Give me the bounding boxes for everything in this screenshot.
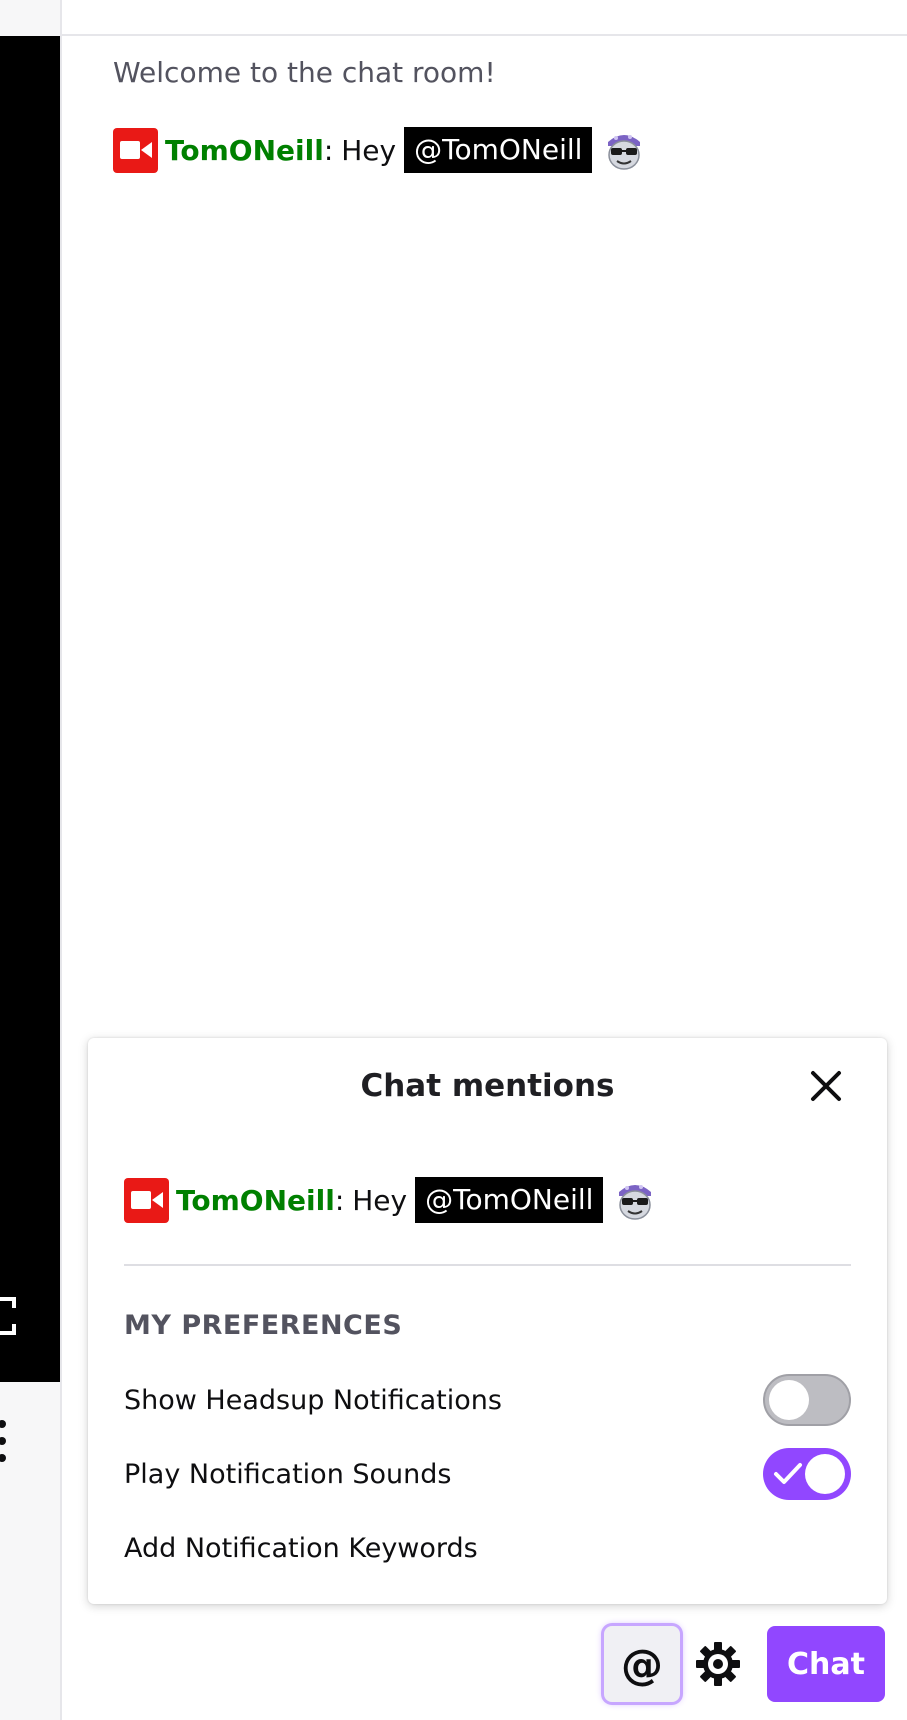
pref-headsup-notifications: Show Headsup Notifications: [124, 1374, 851, 1426]
fullscreen-icon[interactable]: [0, 1296, 22, 1336]
more-options-icon[interactable]: [0, 1418, 8, 1464]
toggle-knob: [805, 1454, 845, 1494]
video-player[interactable]: [0, 36, 60, 1382]
pref-notification-sounds: Play Notification Sounds: [124, 1448, 851, 1500]
video-camera-icon: [124, 1177, 169, 1223]
popup-title: Chat mentions: [360, 1068, 615, 1104]
chat-text: Hey: [341, 133, 397, 167]
video-strip: [0, 0, 60, 1720]
pref-sounds-label: Play Notification Sounds: [124, 1458, 452, 1490]
mention-text: Hey: [352, 1183, 408, 1217]
chat-mention[interactable]: @TomONeill: [404, 127, 593, 173]
gear-icon[interactable]: [694, 1640, 742, 1688]
cool-face-emote-icon: [619, 1185, 652, 1220]
chat-mentions-popup: Chat mentions TomONeill : Hey @TomONeill: [88, 1038, 887, 1604]
chat-username[interactable]: TomONeill: [165, 134, 324, 167]
mention-username[interactable]: TomONeill: [176, 1184, 335, 1217]
chat-message: TomONeill : Hey @TomONeill: [113, 126, 646, 174]
chat-send-button[interactable]: Chat: [767, 1626, 885, 1702]
checkmark-icon: [774, 1463, 802, 1484]
mentions-button[interactable]: @: [604, 1626, 680, 1702]
notification-sounds-toggle[interactable]: [763, 1448, 851, 1500]
close-icon[interactable]: [806, 1066, 846, 1106]
toggle-knob: [769, 1380, 809, 1420]
headsup-notifications-toggle[interactable]: [763, 1374, 851, 1426]
pref-add-keywords[interactable]: Add Notification Keywords: [124, 1522, 851, 1574]
page: Welcome to the chat room! TomONeill : He…: [0, 0, 907, 1720]
add-keywords-link[interactable]: Add Notification Keywords: [124, 1533, 478, 1564]
popup-divider: [124, 1264, 851, 1266]
mention-message[interactable]: TomONeill : Hey @TomONeill: [124, 1176, 657, 1224]
pref-headsup-label: Show Headsup Notifications: [124, 1384, 502, 1416]
chat-colon: :: [323, 133, 334, 167]
video-camera-icon[interactable]: [113, 127, 158, 173]
chat-header-border: [62, 34, 907, 36]
mention-tag[interactable]: @TomONeill: [415, 1177, 604, 1223]
preferences-heading: MY PREFERENCES: [124, 1310, 403, 1341]
cool-face-emote-icon[interactable]: [602, 128, 646, 172]
mention-colon: :: [334, 1183, 345, 1217]
welcome-message: Welcome to the chat room!: [113, 56, 496, 89]
